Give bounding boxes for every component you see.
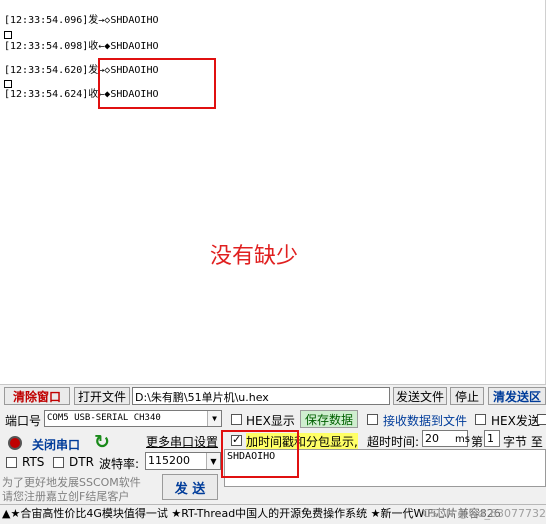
refresh-icon[interactable]: ↻ [94, 431, 110, 453]
baud-select[interactable]: 115200 ▼ [145, 452, 221, 470]
rts-checkbox[interactable] [6, 457, 17, 468]
close-port-button[interactable]: 关闭串口 [32, 436, 80, 453]
log-separator-box [4, 80, 12, 88]
log-separator-box [4, 31, 12, 39]
annotation-text: 没有缺少 [210, 244, 299, 269]
log-line-send-1: [12:33:54.096]发→◇SHDAOIHO [4, 15, 159, 26]
hex-send-label: HEX发送 [491, 414, 540, 428]
log-line-recv-1: [12:33:54.098]收←◆SHDAOIHO [4, 41, 159, 52]
watermark-text: CSDN @wd_63077732 [422, 505, 546, 523]
more-settings-link[interactable]: 更多串口设置 [146, 433, 218, 450]
open-file-button[interactable]: 打开文件 [74, 387, 130, 405]
highlight-box [221, 430, 299, 478]
stop-button[interactable]: 停止 [450, 387, 484, 405]
extra-checkbox[interactable] [537, 414, 546, 425]
baud-label: 波特率: [99, 457, 140, 471]
clear-send-button[interactable]: 清发送区 [488, 387, 546, 405]
byte-index-input[interactable]: 1 [484, 430, 500, 447]
file-path-input[interactable]: D:\朱有鹏\51单片机\u.hex [132, 387, 390, 405]
send-file-button[interactable]: 发送文件 [393, 387, 447, 405]
dtr-label: DTR [69, 455, 94, 469]
highlight-box [98, 58, 216, 109]
save-data-button[interactable]: 保存数据 [300, 410, 358, 428]
footer-ticker: ▲★合宙高性价比4G模块值得一试 ★RT-Thread中国人的开源免费操作系统 … [0, 504, 546, 524]
dtr-checkbox[interactable] [53, 457, 64, 468]
port-label: 端口号 [5, 414, 42, 428]
hex-display-label: HEX显示 [246, 414, 295, 428]
rts-label: RTS [22, 455, 45, 469]
chevron-down-icon: ▼ [206, 453, 220, 469]
hex-display-checkbox[interactable] [231, 414, 242, 425]
port-status-icon [8, 436, 22, 450]
port-select[interactable]: COM5 USB-SERIAL CH340 ▼ [44, 410, 222, 427]
byte-label-a: 第 [471, 435, 484, 449]
control-panel: 清除窗口 打开文件 D:\朱有鹏\51单片机\u.hex 发送文件 停止 清发送… [0, 384, 546, 524]
byte-label-b: 字节 至 [503, 435, 543, 449]
baud-select-value: 115200 [148, 454, 190, 467]
timeout-unit: ms [455, 434, 470, 445]
chevron-down-icon: ▼ [207, 411, 221, 426]
send-button[interactable]: 发 送 [162, 474, 218, 500]
promo-line-2: 请您注册嘉立创F结尾客户 [2, 490, 130, 503]
port-select-value: COM5 USB-SERIAL CH340 [47, 413, 161, 423]
clear-window-button[interactable]: 清除窗口 [4, 387, 70, 405]
hex-send-checkbox[interactable] [475, 414, 486, 425]
timeout-label: 超时时间: [367, 435, 420, 449]
recv-to-file-label[interactable]: 接收数据到文件 [383, 412, 467, 429]
recv-to-file-checkbox[interactable] [367, 414, 378, 425]
receive-log[interactable]: [12:33:54.096]发→◇SHDAOIHO [12:33:54.098]… [0, 0, 546, 384]
